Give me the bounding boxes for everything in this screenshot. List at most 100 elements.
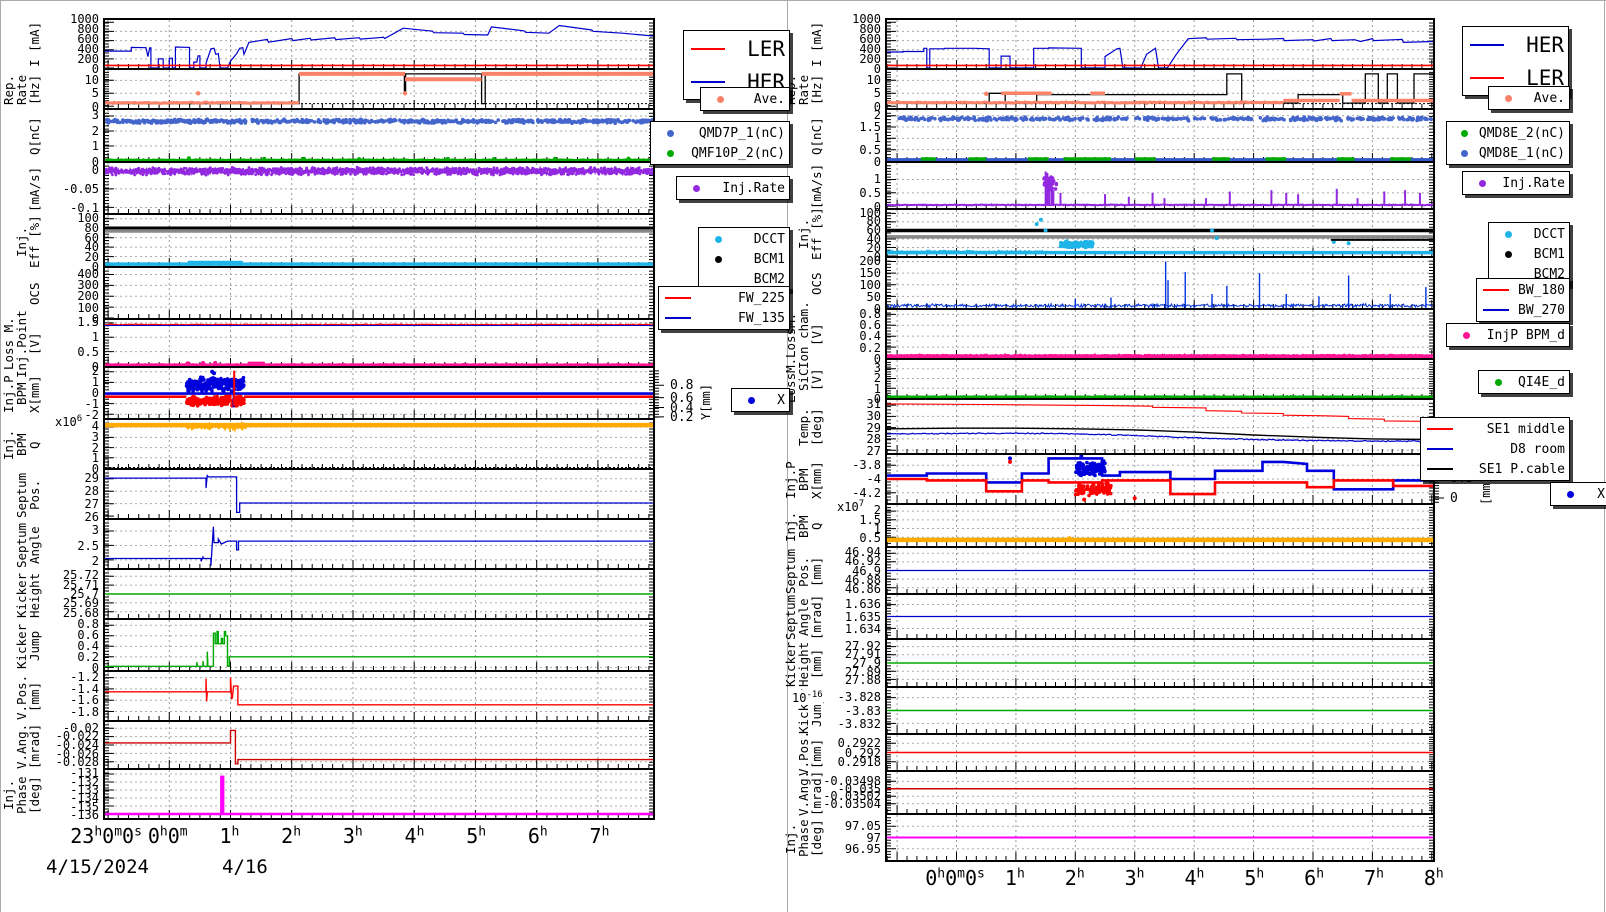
legend-label: X [777, 392, 785, 408]
axis-label-current: I [mA] [809, 21, 824, 67]
y-tick-label: 0.5 [859, 186, 881, 201]
legend-marker-dot [655, 149, 685, 157]
axis-label-septum-angle: [mrad] [809, 594, 824, 641]
y-tick-label: -3.828 [837, 690, 881, 705]
axis-label-ocs: OCS [809, 272, 824, 296]
y-tick-label: 0 [873, 155, 881, 169]
y-tick-label: 1.634 [844, 622, 881, 636]
legend-marker-dot [1493, 94, 1523, 102]
legend-label: QMF10P_2(nC) [691, 145, 785, 161]
legend-item: X [736, 390, 785, 410]
axis-label-bunch-charge: Q[nC] [809, 117, 824, 156]
legend-item: QMD7P_1(nC) [655, 123, 785, 143]
legend-box-right-1: Ave. [1488, 86, 1570, 110]
legend-marker-line [663, 297, 693, 299]
legend-item: QMF10P_2(nC) [655, 143, 785, 163]
legend-label: QMD7P_1(nC) [698, 125, 785, 141]
y-tick-label: 10 [866, 72, 881, 87]
plot-row-v-pos[interactable] [885, 735, 1435, 772]
legend-marker-dot [1451, 149, 1479, 157]
axis-label-kicker-height: [mm] [809, 648, 824, 680]
legend-label: FW_135 [738, 310, 785, 326]
legend-marker-dot [1493, 230, 1523, 238]
plot-row-current[interactable] [885, 18, 1435, 70]
plot-row-kicker-height[interactable] [885, 640, 1435, 688]
legend-item: Ave. [1493, 88, 1565, 108]
axis-label-inj-phase: [deg] [809, 819, 824, 858]
legend-marker-dot [1555, 490, 1585, 498]
legend-box-left-1: Ave. [700, 87, 790, 111]
legend-marker-line [1425, 448, 1455, 450]
axis-label-v-pos: [mm] [809, 738, 824, 769]
axis-multiplier-inj-bpm-q: x107 [837, 499, 865, 514]
legend-label: HER [1526, 32, 1564, 57]
plot-row-lossm-ion-chamber[interactable] [885, 310, 1435, 360]
legend-label: SE1 P.cable [1478, 461, 1565, 477]
plot-row-v-ang[interactable] [885, 772, 1435, 815]
y-tick-label: 96.95 [844, 842, 881, 857]
plot-row-septum-pos[interactable] [885, 548, 1435, 595]
legend-box-right-5: BW_180 BW_270 [1476, 278, 1570, 322]
plot-row-inj-eff[interactable] [885, 210, 1435, 258]
legend-box-left-2: QMD7P_1(nC) QMF10P_2(nC) [650, 121, 790, 165]
legend-item: QMD8E_1(nC) [1451, 143, 1565, 163]
legend-item: Inj.Rate [681, 178, 785, 198]
legend-label: QMD8E_1(nC) [1478, 145, 1565, 161]
legend-marker-line [688, 80, 728, 83]
legend-label: Inj.Rate [1502, 175, 1565, 191]
plot-row-injp-bpm-x[interactable] [885, 455, 1435, 505]
y-tick-label: 27 [866, 444, 881, 459]
plot-row-inj-rate[interactable] [885, 163, 1435, 210]
legend-label: QMD8E_2(nC) [1478, 125, 1565, 141]
plot-row-lossm-sic[interactable] [885, 360, 1435, 400]
y-tick-label: -3.8 [852, 457, 881, 472]
axis-label-inj-eff: Eff [%] [809, 207, 824, 261]
plot-row-inj-bpm-q[interactable] [885, 505, 1435, 548]
plot-row-bunch-charge[interactable] [885, 110, 1435, 163]
legend-box-left-4: DCCT BCM1 BCM2 [698, 227, 790, 291]
legend-marker-dot [736, 396, 766, 404]
legend-marker-dot [1483, 378, 1513, 386]
axis-label-lossm-sic: [V] [809, 368, 824, 392]
plot-row-inj-phase[interactable] [885, 815, 1435, 862]
legend-item: Ave. [705, 89, 785, 109]
y-tick-label: 0.5 [859, 530, 881, 545]
legend-marker-dot [655, 129, 685, 137]
legend-marker-line [663, 317, 693, 319]
x-tick-label: 8h [1423, 866, 1444, 890]
legend-label: BCM2 [753, 271, 785, 287]
legend-marker-line [688, 47, 728, 50]
legend-item: BW_270 [1481, 300, 1565, 320]
right-panel-her-injection-charts: 1000 800 600 400 200 0 I [mA] 10 5 0 Rep. Rate [Hz] 2… [0, 0, 1606, 912]
legend-item: Inj.Rate [1467, 173, 1565, 193]
plot-row-kicker-jump[interactable] [885, 688, 1435, 735]
plot-row-ocs[interactable] [885, 258, 1435, 310]
legend-item: QMD8E_2(nC) [1451, 123, 1565, 143]
legend-label: BW_270 [1518, 302, 1565, 318]
legend-item: DCCT [1493, 224, 1565, 244]
legend-item: FW_135 [663, 308, 785, 328]
legend-box-right-8: SE1 middle D8 room SE1 P.cable [1420, 417, 1570, 481]
legend-item: D8 room [1425, 439, 1565, 459]
plot-row-rep-rate[interactable] [885, 70, 1435, 110]
legend-item: HER [1467, 28, 1564, 61]
plot-row-septum-angle[interactable] [885, 595, 1435, 640]
legend-item: DCCT [703, 229, 785, 249]
y-tick-label: -3.832 [837, 716, 881, 731]
legend-label: BCM1 [753, 251, 785, 267]
axis-label-rep-rate: [Hz] [809, 74, 824, 106]
secondary-axis-ticks [655, 370, 664, 418]
legend-marker-dot [703, 255, 733, 263]
legend-label: D8 room [1510, 441, 1565, 457]
legend-marker-line [1467, 43, 1507, 46]
legend-label: BW_180 [1518, 282, 1565, 298]
y-tick-label: -4 [866, 472, 881, 486]
y-tick-label: 50 [866, 289, 881, 304]
axis-label-inj-bpm-q: Q [809, 522, 824, 531]
legend-item: FW_225 [663, 288, 785, 308]
plot-row-temperature[interactable] [885, 400, 1435, 455]
legend-box-left-6: X [731, 388, 790, 412]
legend-label: FW_225 [738, 290, 785, 306]
y-tick-label: 0.2918 [837, 755, 881, 770]
legend-item: LER [688, 32, 785, 65]
